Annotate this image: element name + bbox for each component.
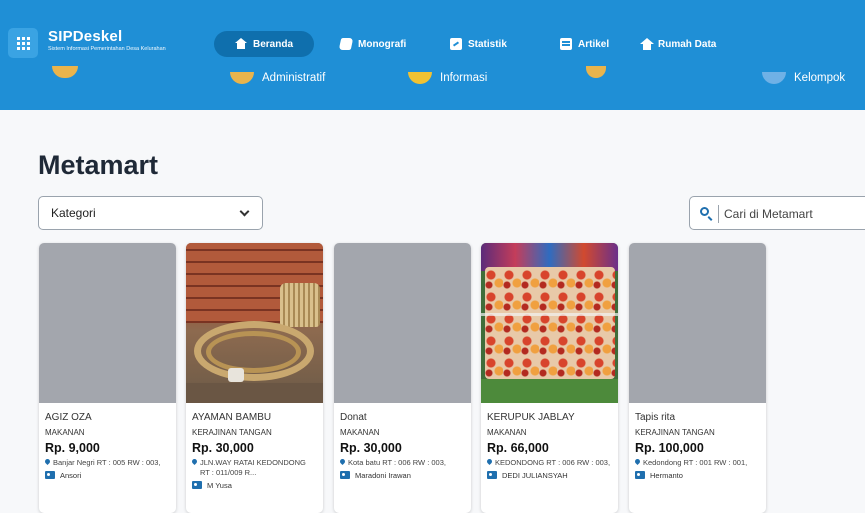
product-seller: Maradoni Irawan	[340, 471, 465, 480]
product-seller: Ansori	[45, 471, 170, 480]
product-card[interactable]: Tapis rita KERAJINAN TANGAN Rp. 100,000 …	[629, 243, 766, 513]
search-box	[689, 196, 865, 230]
product-address: JLN.WAY RATAI KEDONDONG RT : 011/009 R..…	[192, 458, 317, 478]
search-input[interactable]	[724, 204, 864, 224]
category-kelompok[interactable]: Kelompok	[762, 72, 845, 84]
product-name: AYAMAN BAMBU	[192, 412, 272, 423]
nav-label: Rumah Data	[658, 38, 717, 50]
product-address: KEDONDONG RT : 006 RW : 003,	[487, 458, 612, 468]
category-administratif[interactable]: Administratif	[230, 72, 325, 84]
location-pin-icon	[635, 458, 642, 466]
product-price: Rp. 66,000	[487, 441, 549, 455]
product-price: Rp. 30,000	[340, 441, 402, 455]
product-price: Rp. 100,000	[635, 441, 704, 455]
product-price: Rp. 30,000	[192, 441, 254, 455]
location-pin-icon	[45, 458, 52, 466]
product-info: AYAMAN BAMBU KERAJINAN TANGAN Rp. 30,000…	[186, 403, 323, 490]
product-name: KERUPUK JABLAY	[487, 412, 575, 423]
category-item[interactable]	[52, 66, 86, 78]
category-icon	[408, 72, 432, 84]
product-info: Tapis rita KERAJINAN TANGAN Rp. 100,000 …	[629, 403, 766, 480]
document-icon	[560, 38, 572, 50]
product-image-placeholder	[334, 243, 471, 403]
product-seller: DEDI JULIANSYAH	[487, 471, 612, 480]
product-image-placeholder	[629, 243, 766, 403]
location-pin-icon	[192, 458, 199, 466]
product-image	[186, 243, 323, 403]
category-item[interactable]	[586, 66, 614, 78]
product-image	[481, 243, 618, 403]
nav-rumah-data[interactable]: Rumah Data	[640, 31, 716, 57]
product-info: Donat MAKANAN Rp. 30,000 Kota batu RT : …	[334, 403, 471, 480]
nav-label: Artikel	[578, 38, 610, 50]
brand-subtitle: Sistem Informasi Pemerintahan Desa Kelur…	[48, 46, 166, 52]
apps-menu-button[interactable]	[8, 28, 38, 58]
product-seller: Hermanto	[635, 471, 760, 480]
search-icon[interactable]	[700, 207, 709, 216]
chevron-down-icon	[239, 206, 250, 217]
product-category: MAKANAN	[45, 428, 85, 437]
product-card[interactable]: KERUPUK JABLAY MAKANAN Rp. 66,000 KEDOND…	[481, 243, 618, 513]
product-image-placeholder	[39, 243, 176, 403]
location-pin-icon	[487, 458, 494, 466]
category-select[interactable]: Kategori	[38, 196, 263, 230]
nav-artikel[interactable]: Artikel	[560, 31, 609, 57]
product-seller: M Yusa	[192, 481, 317, 490]
product-name: Tapis rita	[635, 412, 676, 423]
brand[interactable]: SIPDeskel Sistem Informasi Pemerintahan …	[48, 28, 166, 52]
product-card[interactable]: Donat MAKANAN Rp. 30,000 Kota batu RT : …	[334, 243, 471, 513]
nav-statistik[interactable]: Statistik	[450, 31, 507, 57]
flag-icon	[338, 38, 354, 50]
product-address: Kota batu RT : 006 RW : 003,	[340, 458, 465, 468]
id-card-icon	[487, 471, 497, 479]
select-value: Kategori	[51, 206, 96, 220]
search-divider	[718, 205, 719, 223]
nav-beranda[interactable]: Beranda	[214, 31, 314, 57]
product-info: AGIZ OZA MAKANAN Rp. 9,000 Banjar Negri …	[39, 403, 176, 480]
product-address: Banjar Negri RT : 005 RW : 003,	[45, 458, 170, 468]
category-icon	[586, 66, 606, 78]
grid-icon	[16, 36, 30, 50]
nav-label: Statistik	[468, 38, 507, 50]
id-card-icon	[340, 471, 350, 479]
location-pin-icon	[340, 458, 347, 466]
product-category: MAKANAN	[340, 428, 380, 437]
page-title: Metamart	[38, 150, 159, 180]
nav-label: Beranda	[252, 38, 293, 50]
category-icon	[230, 72, 254, 84]
house-icon	[640, 38, 654, 50]
product-address: Kedondong RT : 001 RW : 001,	[635, 458, 760, 468]
nav-label: Monografi	[358, 38, 407, 50]
product-category: KERAJINAN TANGAN	[192, 428, 272, 437]
id-card-icon	[45, 471, 55, 479]
product-info: KERUPUK JABLAY MAKANAN Rp. 66,000 KEDOND…	[481, 403, 618, 480]
category-icon	[762, 72, 786, 84]
product-category: MAKANAN	[487, 428, 527, 437]
product-name: AGIZ OZA	[45, 412, 92, 423]
product-name: Donat	[340, 412, 367, 423]
brand-name: SIPDeskel	[48, 28, 123, 45]
top-navbar: SIPDeskel Sistem Informasi Pemerintahan …	[0, 18, 865, 66]
nav-monografi[interactable]: Monografi	[338, 31, 407, 57]
product-category: KERAJINAN TANGAN	[635, 428, 715, 437]
home-icon	[234, 38, 247, 50]
header: SIPDeskel Sistem Informasi Pemerintahan …	[0, 0, 865, 110]
id-card-icon	[635, 471, 645, 479]
category-informasi[interactable]: Informasi	[408, 72, 487, 84]
id-card-icon	[192, 481, 202, 489]
chart-icon	[450, 38, 462, 50]
product-price: Rp. 9,000	[45, 441, 100, 455]
product-card[interactable]: AYAMAN BAMBU KERAJINAN TANGAN Rp. 30,000…	[186, 243, 323, 513]
product-card[interactable]: AGIZ OZA MAKANAN Rp. 9,000 Banjar Negri …	[39, 243, 176, 513]
category-icon	[52, 66, 78, 78]
